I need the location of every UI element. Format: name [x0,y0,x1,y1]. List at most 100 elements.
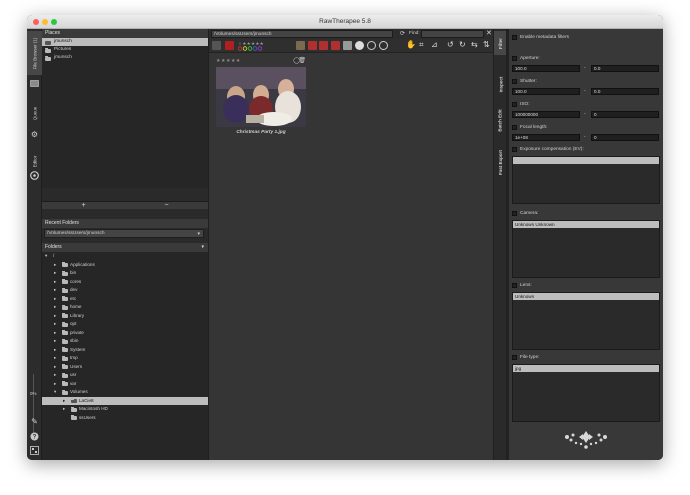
thumbnail-rating-stars[interactable]: ★★★★★ [216,58,241,64]
filter-toggle-icon[interactable] [212,41,221,50]
info-icon[interactable] [355,41,364,50]
folder-tree-row[interactable]: ▸ bin [42,269,208,278]
folder-tree-row[interactable]: ▸ System [42,346,208,355]
expand-right-arrow-icon[interactable]: ▸ [54,371,56,380]
folder-tree-row[interactable]: ▸ etc [42,295,208,304]
color-label-filter-icons[interactable] [237,46,270,51]
folder-tree-row[interactable]: ▸ Applications [42,261,208,270]
trash-filter-icon[interactable] [343,41,352,50]
expand-right-arrow-icon[interactable]: ▸ [54,346,56,355]
folder-tree-row[interactable]: ssUsers [42,414,208,423]
expand-down-arrow-icon[interactable]: ▾ [54,388,56,397]
exposure-list[interactable] [512,156,660,204]
close-icon[interactable]: ✕ [486,29,492,37]
minimize-window-button[interactable] [42,19,48,25]
expand-right-arrow-icon[interactable]: ▸ [54,329,56,338]
gears-icon[interactable]: ⚙ [30,130,39,139]
lens-list[interactable]: Unknown [512,292,660,350]
folder-tree-row[interactable]: ▾ Volumes [42,388,208,397]
thumbnail-item[interactable]: ★★★★★ ◯ 🗑 Christmas Party 1.jpg [216,58,306,136]
expand-down-arrow-icon[interactable]: ▾ [45,252,47,261]
zoom-in-icon[interactable] [379,41,388,50]
folder-tree-row[interactable]: ▸ opt [42,320,208,329]
flip-horizontal-icon[interactable]: ⇆ [471,40,478,49]
file-type-checkbox[interactable] [512,355,517,360]
aperture-min-input[interactable]: 100.0 [512,65,580,72]
folder-tree-row[interactable]: ▸ tmp [42,354,208,363]
exposure-checkbox[interactable] [512,147,517,152]
zoom-window-button[interactable] [51,19,57,25]
folder-tree-row[interactable]: ▸ LaCie8 [42,396,208,406]
trash-icon[interactable]: 🗑 [298,57,306,64]
rejected-filter-icon[interactable] [225,41,234,50]
camera-checkbox[interactable] [512,211,517,216]
folder-tree-row[interactable]: ▸ private [42,329,208,338]
file-browser-icon[interactable] [30,79,39,88]
thumbnail-image[interactable] [216,67,306,127]
folders-menu-arrow-icon[interactable]: ▾ [201,243,204,252]
find-input[interactable] [421,30,484,38]
focal-length-min-input[interactable]: 1e+08 [512,134,580,141]
camera-list-item[interactable]: Unknown Unknown [513,221,659,228]
path-input[interactable]: /Volumes/ssUsers/jmunsch [211,30,393,38]
folder-tree-row[interactable]: ▸ cores [42,278,208,287]
folder-tree-row[interactable]: ▸ Library [42,312,208,321]
expand-right-arrow-icon[interactable]: ▸ [54,320,56,329]
help-icon[interactable]: ? [30,432,39,441]
folder-tree-row[interactable]: ▸ var [42,380,208,389]
iso-max-input[interactable]: 0 [591,111,659,118]
aperture-max-input[interactable]: 0.0 [591,65,659,72]
rotate-left-icon[interactable]: ↺ [447,40,454,49]
folder-tree-row[interactable]: ▸ dev [42,286,208,295]
straighten-icon[interactable]: ⊿ [431,40,438,49]
tab-queue[interactable]: Queue [27,99,42,127]
place-item[interactable]: jmunsch [42,38,208,46]
folder-tree-row[interactable]: ▸ Macintosh HD [42,405,208,414]
export-filter-icon[interactable] [331,41,340,50]
expand-right-arrow-icon[interactable]: ▸ [54,278,56,287]
place-item[interactable]: jmunsch [42,54,208,62]
expand-right-arrow-icon[interactable]: ▸ [63,397,65,406]
expand-right-arrow-icon[interactable]: ▸ [54,363,56,372]
expand-right-arrow-icon[interactable]: ▸ [54,286,56,295]
add-place-button[interactable]: + [42,202,125,209]
tab-file-browser[interactable]: File Browser (1) [27,31,42,75]
folder-tree-row[interactable]: ▸ usr [42,371,208,380]
shutter-min-input[interactable]: 100.0 [512,88,580,95]
iso-checkbox[interactable] [512,102,517,107]
recent-folders-dropdown[interactable]: /Volumes/ssUsers/jmunsch ▾ [44,229,204,238]
flip-vertical-icon[interactable]: ⇅ [483,40,490,49]
exposure-list-selected-row[interactable] [513,157,659,164]
zoom-out-icon[interactable] [367,41,376,50]
focal-length-max-input[interactable]: 0 [591,134,659,141]
recently-saved-icon[interactable] [308,41,317,50]
focal-length-checkbox[interactable] [512,125,517,130]
shutter-checkbox[interactable] [512,79,517,84]
lens-list-item[interactable]: Unknown [513,293,659,300]
enable-metadata-checkbox[interactable] [512,35,517,40]
aperture-icon[interactable] [30,171,39,180]
place-item[interactable]: Pictures [42,46,208,54]
folder-tree-row[interactable]: ▸ Users [42,363,208,372]
camera-list[interactable]: Unknown Unknown [512,220,660,278]
expand-right-arrow-icon[interactable]: ▸ [54,337,56,346]
expand-right-arrow-icon[interactable]: ▸ [54,261,56,270]
unsaved-icon[interactable] [319,41,328,50]
aperture-checkbox[interactable] [512,56,517,61]
close-window-button[interactable] [33,19,39,25]
lens-checkbox[interactable] [512,283,517,288]
expand-right-arrow-icon[interactable]: ▸ [54,354,56,363]
expand-right-arrow-icon[interactable]: ▸ [54,303,56,312]
expand-right-arrow-icon[interactable]: ▸ [54,295,56,304]
folder-tree-row[interactable]: ▸ sbin [42,337,208,346]
expand-right-arrow-icon[interactable]: ▸ [63,405,65,414]
rotate-right-icon[interactable]: ↻ [459,40,466,49]
file-type-list[interactable]: jpg [512,364,660,422]
remove-place-button[interactable]: − [125,202,208,209]
qr-grid-icon[interactable] [30,446,39,455]
edited-filter-icon[interactable] [296,41,305,50]
expand-right-arrow-icon[interactable]: ▸ [54,269,56,278]
iso-min-input[interactable]: 100000000 [512,111,580,118]
crop-icon[interactable]: ⌗ [419,40,424,50]
refresh-icon[interactable]: ⟳ [400,30,405,37]
